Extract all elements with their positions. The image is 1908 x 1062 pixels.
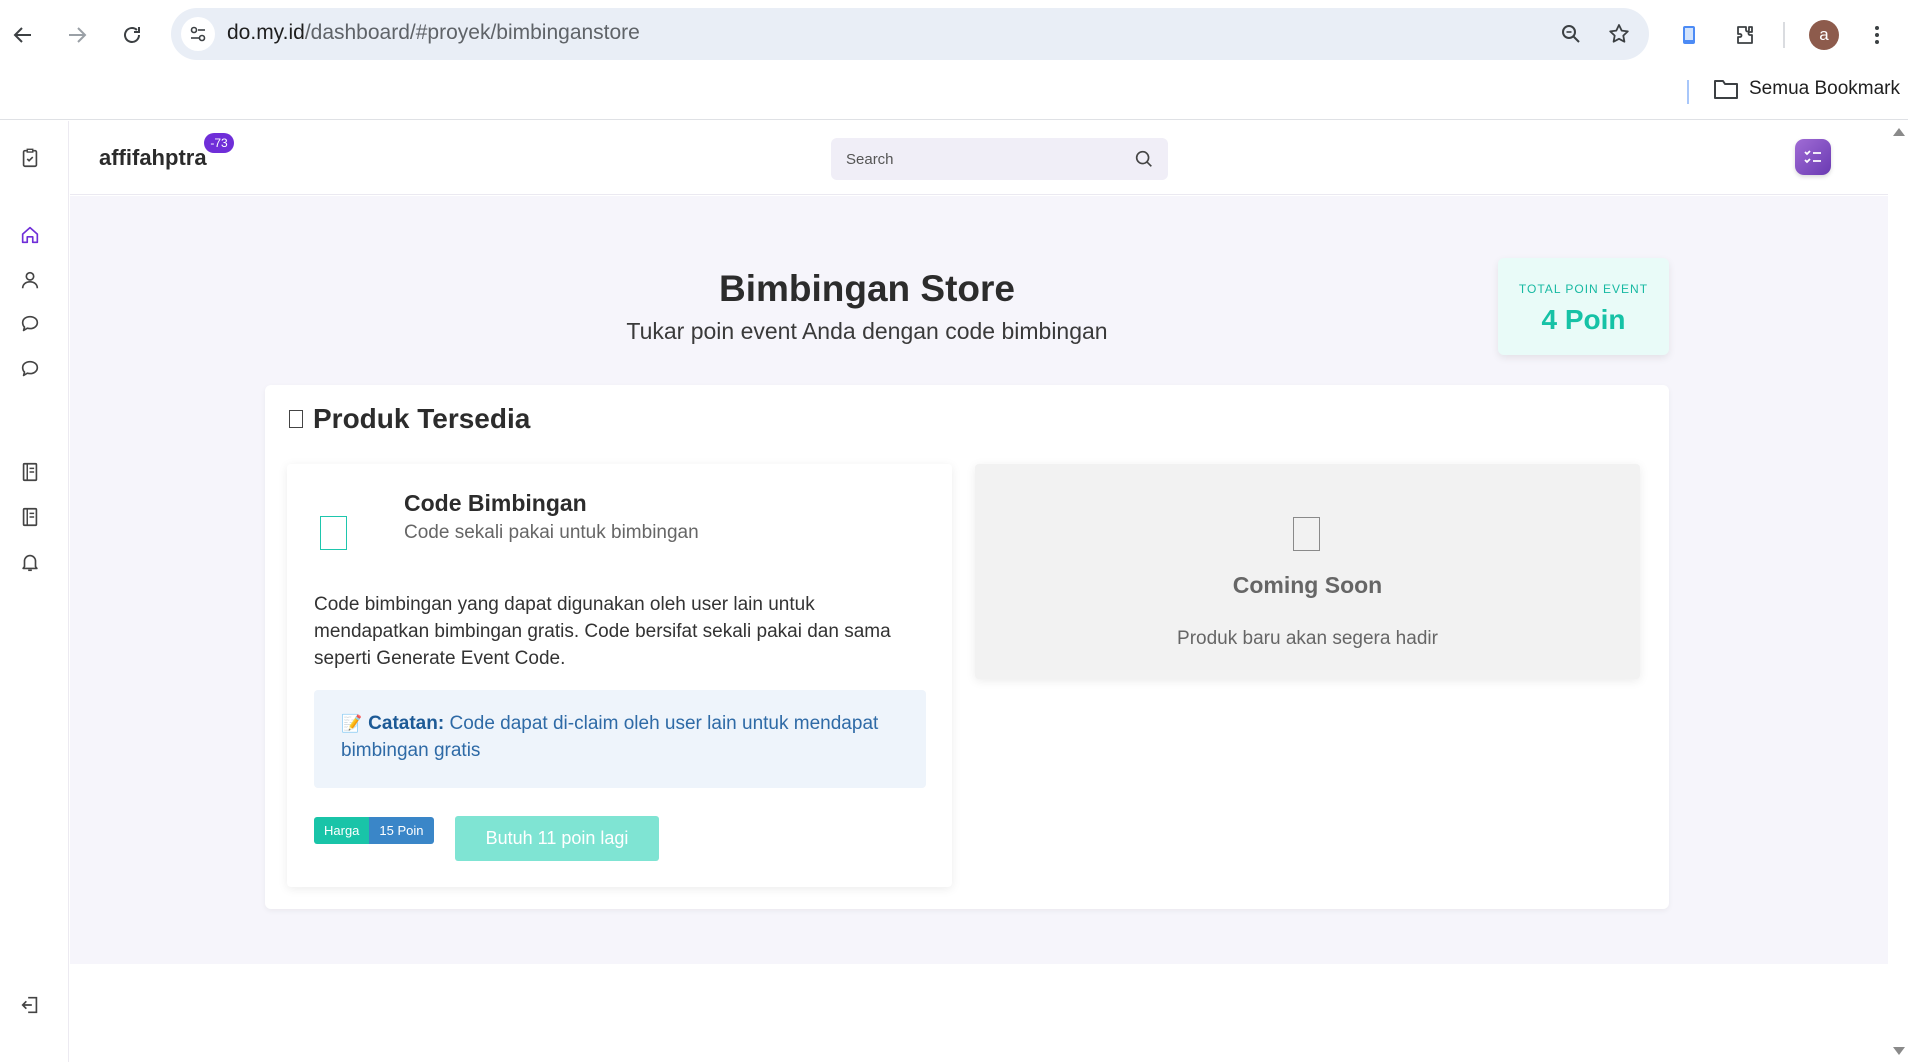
section-title: Produk Tersedia [289,403,530,435]
sidebar-item-notifications[interactable] [17,549,43,575]
all-bookmarks-button[interactable]: Semua Bookmark [1713,78,1900,100]
zoom-button[interactable] [1558,21,1584,47]
coming-soon-text: Produk baru akan segera hadir [1177,628,1438,649]
all-bookmarks-label: Semua Bookmark [1749,78,1901,99]
sidebar-item-logout[interactable] [17,992,43,1018]
puzzle-icon [1737,26,1753,44]
coming-soon-title: Coming Soon [1232,572,1383,598]
app-header: affifahptra -73 [70,121,1888,195]
page-title: Bimbingan Store [718,268,1016,309]
checklist-icon [1804,150,1821,164]
arrow-left-icon [13,27,31,43]
reload-icon [124,27,140,43]
page-subtitle: Tukar poin event Anda dengan code bimbin… [626,318,1108,344]
product-icon [320,516,347,550]
sidebar [0,121,69,1062]
kebab-menu-icon [1875,26,1879,44]
url-path: /dashboard/#proyek/bimbinganstore [304,21,640,44]
bell-icon [22,554,38,572]
url-host: do.my.id [227,21,305,44]
tune-icon [190,26,206,42]
main-content: Bimbingan Store Tukar poin event Anda de… [70,196,1888,964]
back-button[interactable] [6,18,40,52]
star-icon [1609,24,1629,43]
sidebar-item-discussion[interactable] [17,356,43,382]
sidebar-item-home[interactable] [17,222,43,248]
folder-icon [1714,80,1738,99]
site-info-button[interactable] [181,17,215,51]
page-viewport: affifahptra -73 Bimbingan Store Tukar po… [0,121,1908,1062]
zoom-icon [1562,25,1580,43]
profile-avatar[interactable]: a [1809,20,1839,50]
phone-icon [1683,26,1695,44]
box-icon [289,410,303,428]
total-points-value: 4 Poin [1541,304,1626,335]
reload-button[interactable] [115,18,149,52]
sidebar-item-guides[interactable] [17,504,43,530]
note-text: 📝 Catatan: Code dapat di-claim oleh user … [341,710,901,764]
notification-badge[interactable]: -73 [204,133,234,153]
clipboard-check-icon [22,148,38,168]
note-label: Catatan: [368,713,445,734]
total-points-label: TOTAL POIN EVENT [1518,282,1649,296]
product-note: 📝 Catatan: Code dapat di-claim oleh user … [314,690,926,788]
price-label: Harga [314,817,370,844]
scroll-up-arrow-icon[interactable] [1893,128,1905,136]
placeholder-box-icon [1293,517,1320,551]
bookmarks-separator [1687,80,1689,104]
extensions-button[interactable] [1728,18,1762,52]
redeem-button[interactable]: Butuh 11 poin lagi [455,816,659,861]
sidebar-item-chat[interactable] [17,311,43,337]
home-icon [21,226,39,244]
username[interactable]: affifahptra [99,145,207,171]
address-bar[interactable]: do.my.id/dashboard/#proyek/bimbinganstor… [171,8,1649,60]
book-icon [22,462,38,482]
product-card: Code Bimbingan Code sekali pakai untuk b… [287,464,952,887]
side-panel-button[interactable] [1672,18,1706,52]
page-footer-area [70,964,1888,1062]
url-text[interactable]: do.my.id/dashboard/#proyek/bimbinganstor… [227,21,640,45]
browser-toolbar: do.my.id/dashboard/#proyek/bimbinganstor… [0,0,1908,69]
products-panel: Produk Tersedia Code Bimbingan Code seka… [265,385,1669,909]
search-bar [831,138,1168,180]
chat-icon [21,360,39,377]
toolbar-separator [1783,22,1785,48]
coming-soon-card: Coming Soon Produk baru akan segera hadi… [975,464,1640,679]
browser-menu-button[interactable] [1860,18,1894,52]
product-description: Code bimbingan yang dapat digunakan oleh… [314,594,891,669]
app-menu-icon[interactable] [1795,139,1831,175]
page-scrollbar[interactable] [1888,121,1908,1062]
bookmark-star-button[interactable] [1606,21,1632,47]
sidebar-item-docs[interactable] [17,459,43,485]
book-icon [22,507,38,527]
search-icon[interactable] [1133,148,1155,170]
memo-icon: 📝 [341,714,363,733]
arrow-right-icon [69,27,87,43]
sidebar-item-profile[interactable] [17,267,43,293]
product-tagline: Code sekali pakai untuk bimbingan [404,522,699,543]
price-value: 15 Poin [369,817,434,844]
price-badge: Harga 15 Poin [314,817,434,844]
scroll-down-arrow-icon[interactable] [1893,1047,1905,1055]
user-icon [21,271,39,289]
search-input[interactable] [831,138,1121,180]
section-title-text: Produk Tersedia [313,403,531,434]
forward-button[interactable] [60,18,94,52]
bookmarks-bar: Semua Bookmark [0,69,1908,120]
logout-icon [21,996,38,1014]
sidebar-item-tasks[interactable] [17,145,43,171]
total-points-card: TOTAL POIN EVENT 4 Poin [1498,258,1669,355]
chat-icon [21,315,39,332]
product-name: Code Bimbingan [404,490,587,516]
